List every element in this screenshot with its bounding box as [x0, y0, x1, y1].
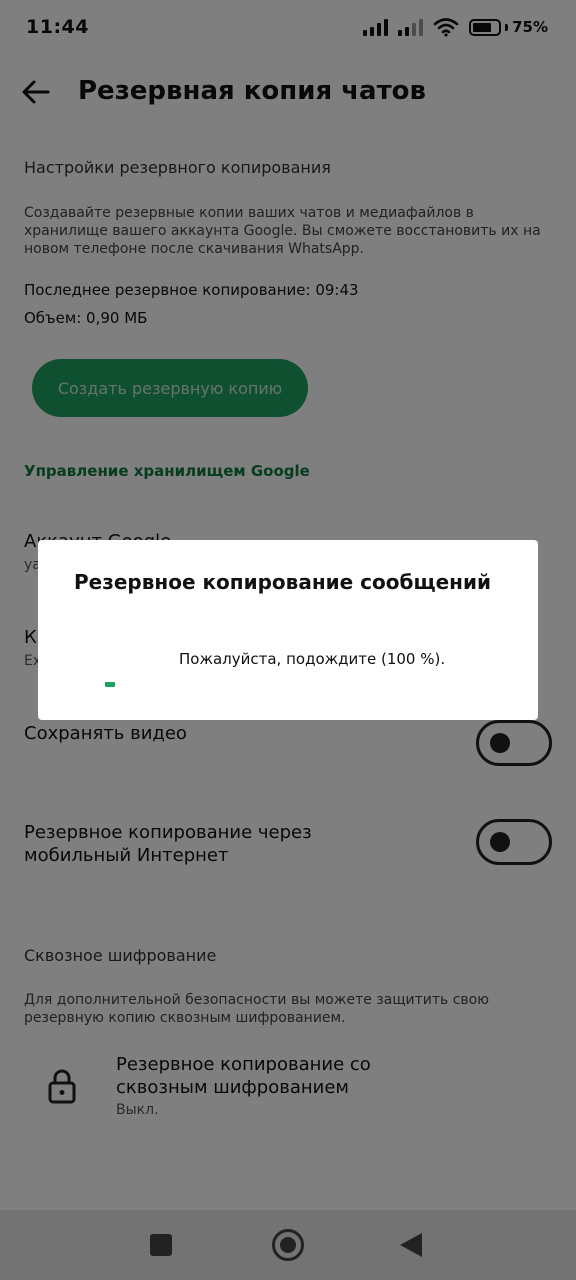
- dialog-message: Пожалуйста, подождите (100 %).: [179, 650, 446, 668]
- progress-indicator: [105, 682, 115, 687]
- backup-progress-dialog: Резервное копирование сообщений Пожалуйс…: [38, 540, 538, 720]
- dialog-title: Резервное копирование сообщений: [74, 570, 492, 594]
- screen: 11:44 75%: [0, 0, 576, 1280]
